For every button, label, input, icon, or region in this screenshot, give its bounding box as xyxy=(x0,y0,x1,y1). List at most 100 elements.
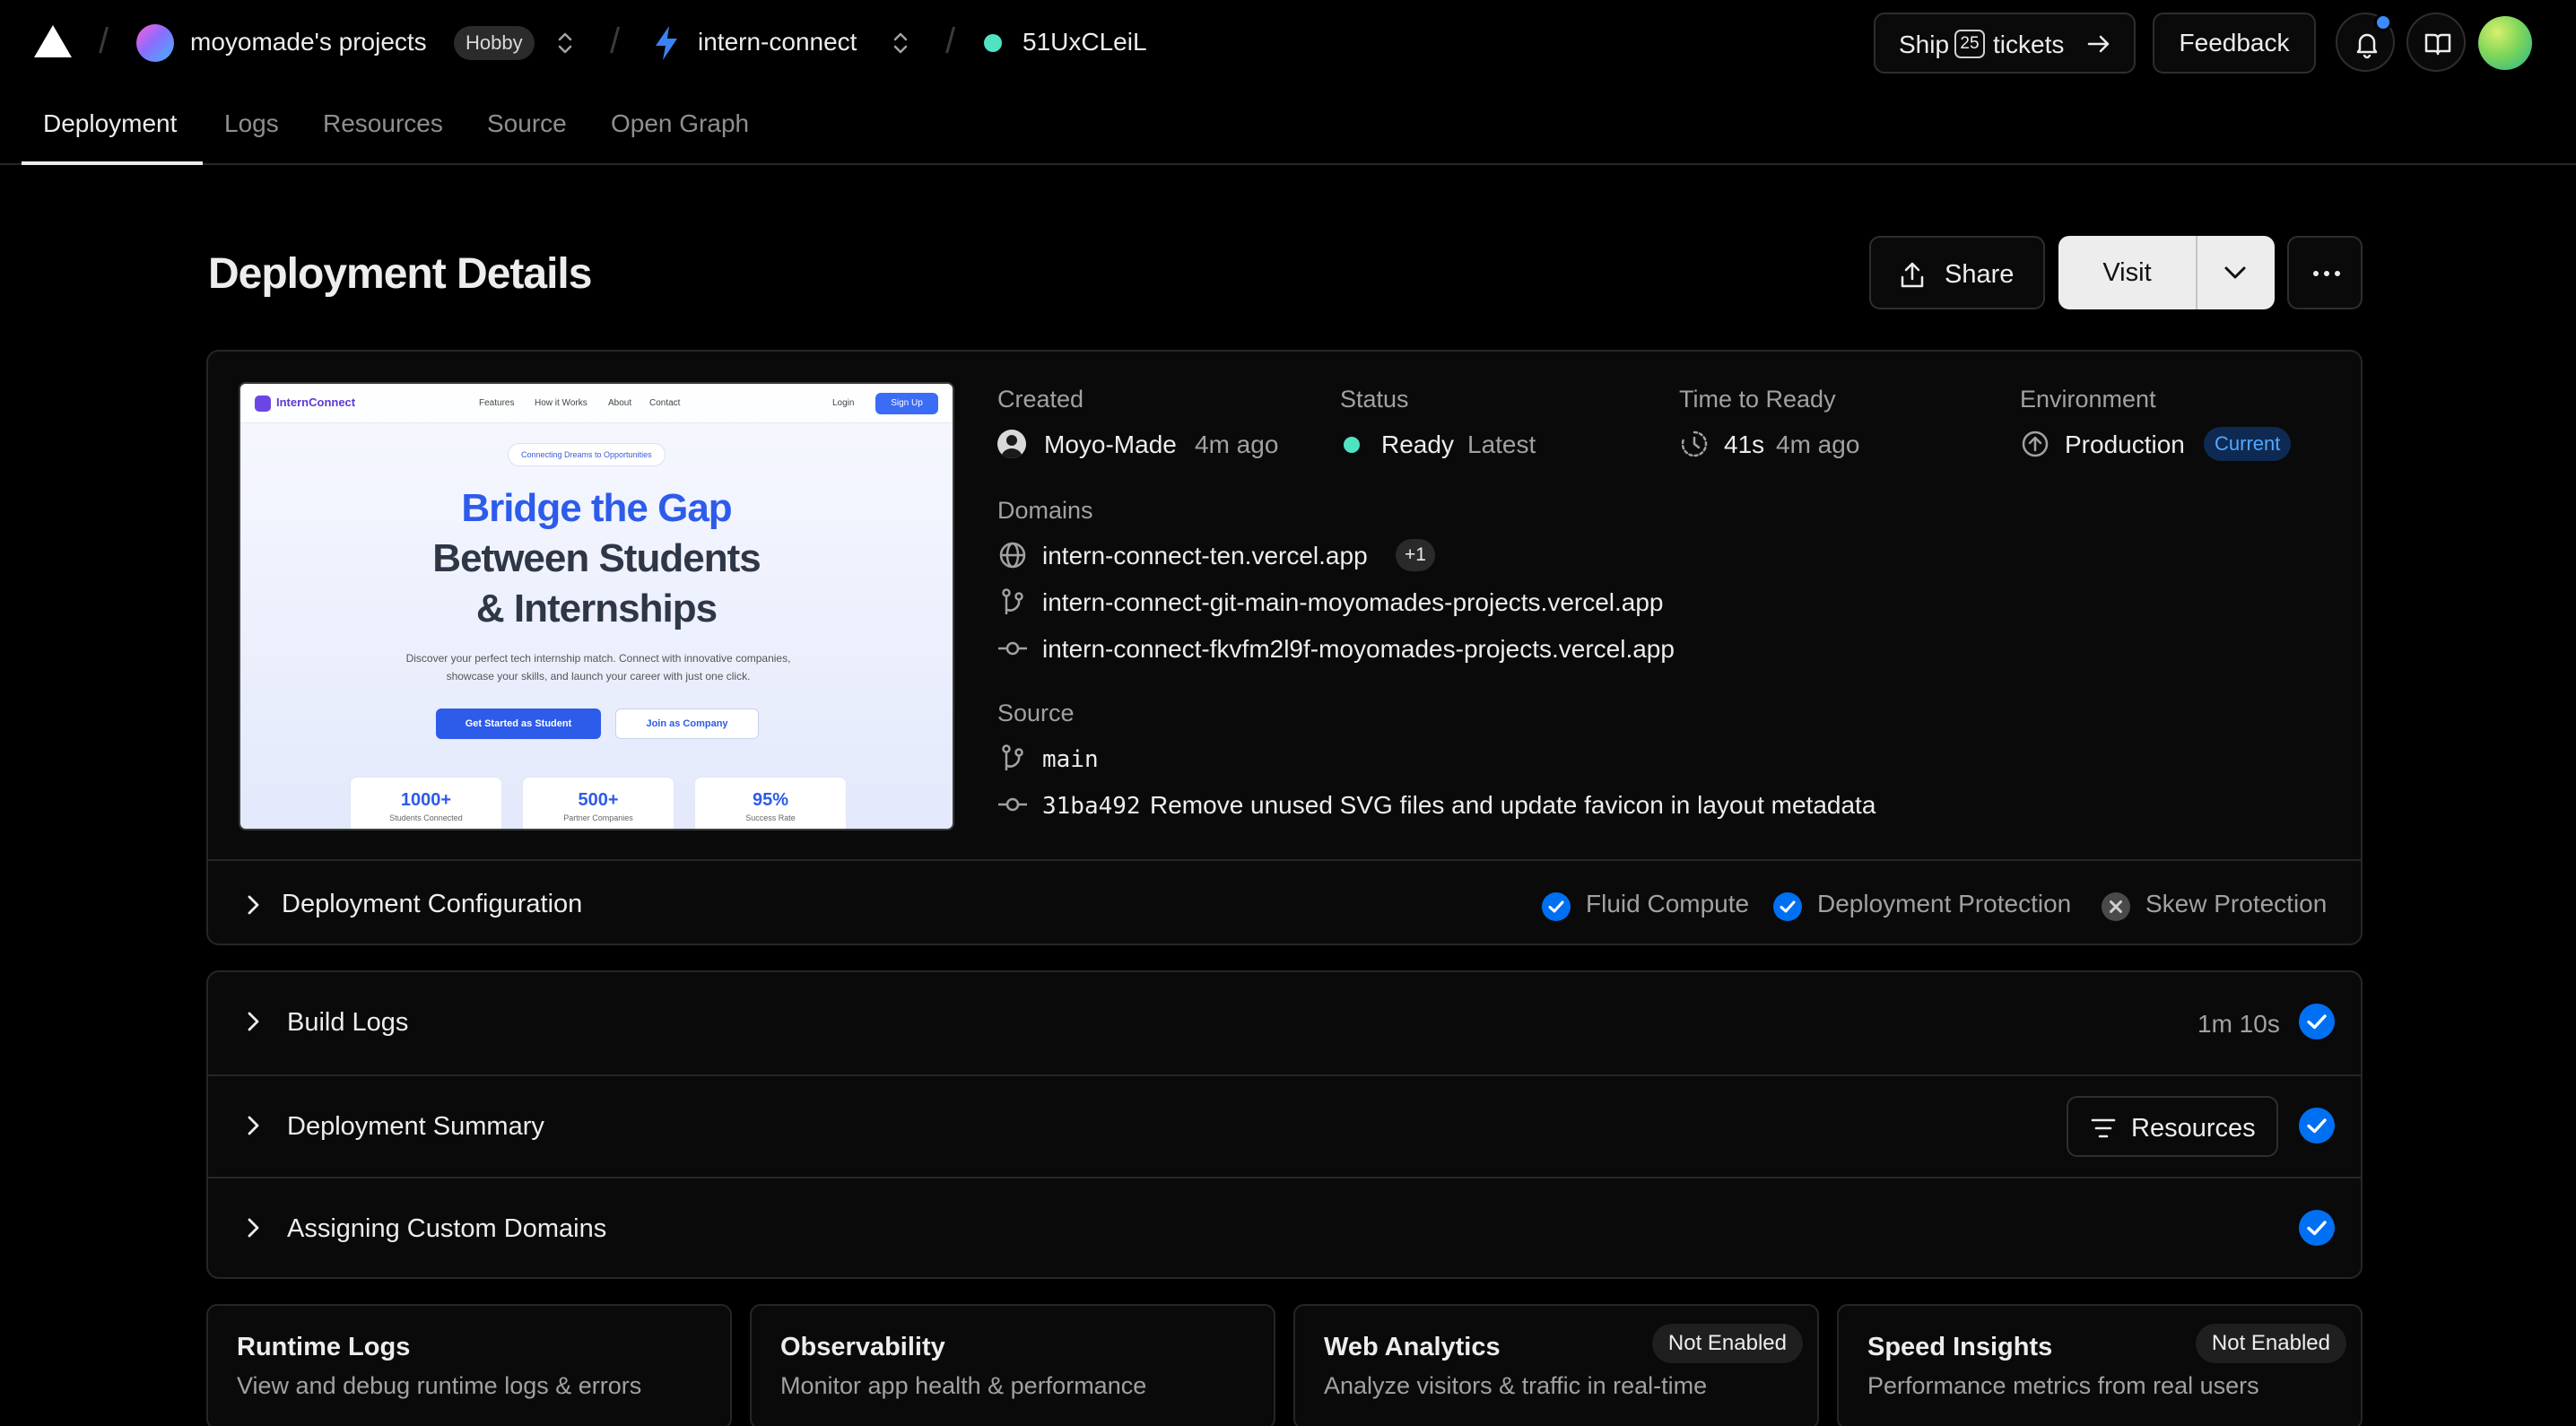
commit-hash[interactable]: 31ba492 xyxy=(1042,793,1141,820)
creator-name[interactable]: Moyo-Made xyxy=(1044,430,1177,459)
page-title: Deployment Details xyxy=(208,250,592,298)
vercel-logo-icon[interactable] xyxy=(34,25,72,57)
visit-button[interactable]: Visit xyxy=(2058,236,2197,309)
preview-signup-button: Sign Up xyxy=(875,393,938,414)
chevron-right-icon xyxy=(248,1012,259,1031)
breadcrumb-separator: / xyxy=(945,22,956,61)
more-actions-button[interactable] xyxy=(2287,236,2363,309)
card-title: Runtime Logs xyxy=(237,1333,411,1361)
created-time: 4m ago xyxy=(1195,430,1279,458)
breadcrumb-separator: / xyxy=(610,22,621,61)
preview-cta-company: Join as Company xyxy=(615,709,759,739)
status-label: Status xyxy=(1340,386,1409,413)
current-badge: Current xyxy=(2204,427,2292,461)
source-branch[interactable]: main xyxy=(1042,746,1099,773)
environment-value[interactable]: Production xyxy=(2065,430,2185,459)
check-circle-icon xyxy=(2299,1004,2335,1039)
preview-nav-link: How it Works xyxy=(535,398,587,408)
deployment-protection-label: Deployment Protection xyxy=(1817,890,2072,917)
custom-domains-title: Assigning Custom Domains xyxy=(287,1214,607,1243)
chevron-right-icon xyxy=(248,1218,259,1238)
chevron-up-down-icon[interactable] xyxy=(553,30,578,57)
deployment-configuration-row[interactable]: Deployment Configuration Fluid Compute D… xyxy=(208,859,2361,945)
tab-deployment[interactable]: Deployment xyxy=(43,109,177,138)
deployment-status-dot xyxy=(984,34,1002,52)
build-duration: 1m 10s xyxy=(2197,1010,2280,1038)
observability-card[interactable]: Observability Monitor app health & perfo… xyxy=(750,1304,1275,1426)
custom-domains-row[interactable]: Assigning Custom Domains xyxy=(208,1177,2361,1279)
ellipsis-icon xyxy=(2313,271,2340,276)
share-icon xyxy=(1901,262,1924,288)
domain-link-primary[interactable]: intern-connect-ten.vercel.app xyxy=(1042,542,1368,570)
preview-stat: 95% Success Rate xyxy=(694,777,847,829)
creator-avatar[interactable] xyxy=(997,430,1026,458)
active-tab-indicator xyxy=(22,161,203,165)
card-title: Observability xyxy=(780,1333,945,1361)
tab-resources[interactable]: Resources xyxy=(323,109,443,138)
card-description: Monitor app health & performance xyxy=(780,1372,1147,1399)
ship-tickets-button[interactable]: Ship 25 tickets xyxy=(1874,13,2136,74)
commit-message[interactable]: Remove unused SVG files and update favic… xyxy=(1150,791,1875,820)
tab-logs[interactable]: Logs xyxy=(224,109,279,138)
bolt-icon xyxy=(656,26,677,60)
deployment-id[interactable]: 51UxCLeiL xyxy=(1023,28,1147,57)
runtime-logs-card[interactable]: Runtime Logs View and debug runtime logs… xyxy=(206,1304,732,1426)
domains-label: Domains xyxy=(997,497,1093,524)
tab-open-graph[interactable]: Open Graph xyxy=(611,109,749,138)
project-name[interactable]: intern-connect xyxy=(698,28,857,57)
build-logs-title: Build Logs xyxy=(287,1008,409,1037)
preview-headline: & Internships xyxy=(475,587,718,630)
card-title: Speed Insights xyxy=(1867,1333,2053,1361)
deployment-steps-card: Build Logs 1m 10s Deployment Summary Res… xyxy=(206,970,2363,1279)
time-to-ready-value: 41s xyxy=(1724,430,1765,458)
resources-label: Resources xyxy=(2131,1114,2256,1143)
chevron-down-icon[interactable] xyxy=(2222,261,2249,284)
chevron-right-icon xyxy=(248,1116,259,1135)
preview-subtext-line: Discover your perfect tech internship ma… xyxy=(405,652,791,665)
deployment-configuration-title: Deployment Configuration xyxy=(282,890,583,918)
domain-link-branch[interactable]: intern-connect-git-main-moyomades-projec… xyxy=(1042,588,1664,617)
deployment-summary-title: Deployment Summary xyxy=(287,1112,544,1141)
ready-status-dot xyxy=(1344,437,1360,453)
speed-insights-card[interactable]: Speed Insights Not Enabled Performance m… xyxy=(1837,1304,2363,1426)
status-tag: Latest xyxy=(1467,430,1536,458)
workspace-avatar[interactable] xyxy=(136,24,174,62)
x-circle-icon xyxy=(2102,892,2130,921)
top-bar: / moyomade's projects Hobby / intern-con… xyxy=(0,0,2576,86)
clock-icon xyxy=(1681,430,1708,457)
preview-stat-number: 500+ xyxy=(578,790,619,810)
preview-nav-link: Features xyxy=(479,398,515,408)
visit-button-group: Visit xyxy=(2058,236,2275,309)
book-icon xyxy=(2424,33,2451,56)
git-commit-icon xyxy=(998,797,1027,812)
docs-button[interactable] xyxy=(2406,13,2466,72)
more-domains-badge[interactable]: +1 xyxy=(1396,539,1435,571)
status-value: Ready xyxy=(1381,430,1454,458)
preview-brand: InternConnect xyxy=(276,396,356,409)
globe-icon xyxy=(999,542,1026,569)
check-circle-icon xyxy=(2299,1108,2335,1143)
tab-source[interactable]: Source xyxy=(487,109,567,138)
build-logs-row[interactable]: Build Logs 1m 10s xyxy=(208,972,2361,1074)
feedback-button[interactable]: Feedback xyxy=(2153,13,2316,74)
share-button[interactable]: Share xyxy=(1869,236,2045,309)
workspace-name[interactable]: moyomade's projects xyxy=(190,28,427,57)
tickets-label: tickets xyxy=(1993,30,2065,58)
notification-indicator xyxy=(2374,13,2392,31)
git-branch-icon xyxy=(1002,744,1023,770)
share-label: Share xyxy=(1945,260,2015,289)
preview-subtext-line: showcase your skills, and launch your ca… xyxy=(446,670,751,683)
resources-button[interactable]: Resources xyxy=(2067,1096,2278,1157)
preview-cta-student: Get Started as Student xyxy=(436,709,601,739)
preview-stat-label: Students Connected xyxy=(389,813,463,822)
web-analytics-card[interactable]: Web Analytics Not Enabled Analyze visito… xyxy=(1293,1304,1819,1426)
arrow-right-icon xyxy=(2087,35,2110,53)
created-label: Created xyxy=(997,386,1084,413)
deployment-preview-screenshot[interactable]: InternConnect Features How it Works Abou… xyxy=(239,382,954,830)
preview-stat-number: 95% xyxy=(752,790,789,810)
chevron-up-down-icon[interactable] xyxy=(888,30,913,57)
domain-link-commit[interactable]: intern-connect-fkvfm2l9f-moyomades-proje… xyxy=(1042,635,1675,664)
deployment-summary-row[interactable]: Deployment Summary Resources xyxy=(208,1074,2361,1177)
preview-stat: 1000+ Students Connected xyxy=(350,777,502,829)
user-avatar[interactable] xyxy=(2478,16,2532,70)
